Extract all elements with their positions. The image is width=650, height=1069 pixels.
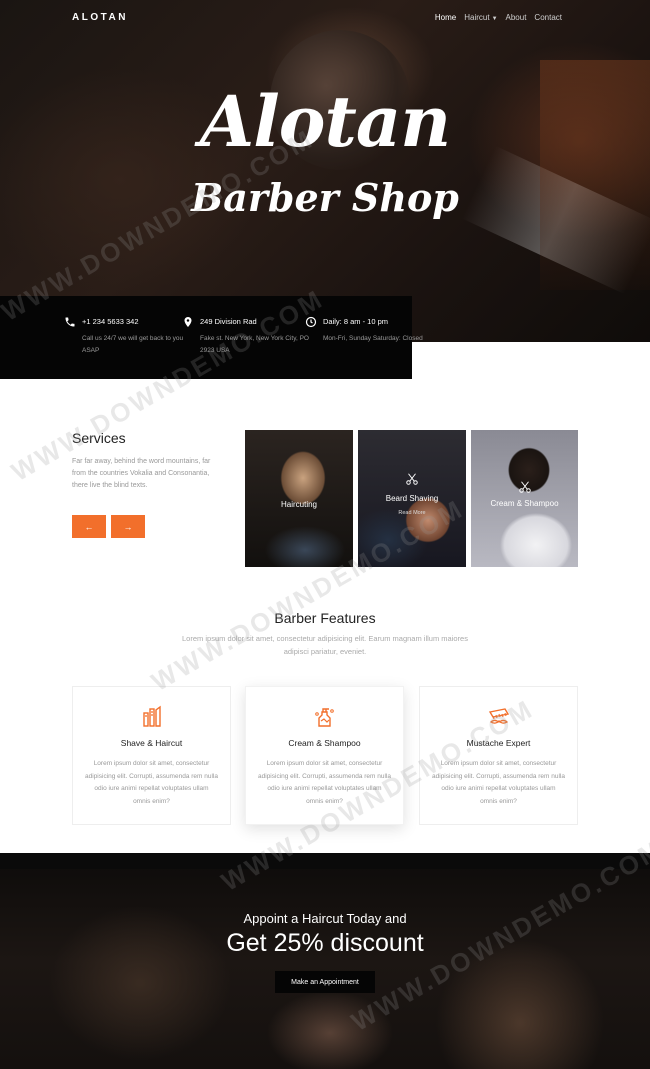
shave-tools-icon <box>142 705 161 727</box>
clock-icon <box>305 316 317 328</box>
make-appointment-button[interactable]: Make an Appointment <box>275 971 375 993</box>
next-button[interactable]: → <box>111 515 145 538</box>
scissors-icon <box>406 473 418 485</box>
nav-item-haircut[interactable]: Haircut ▼ <box>464 13 497 22</box>
banner-line2: Get 25% discount <box>226 929 424 957</box>
banner-line1: Appoint a Haircut Today and <box>243 911 407 926</box>
info-desc: Fake st. New York, New York City, PO 292… <box>200 335 309 354</box>
nav-item-label: Haircut <box>464 13 490 22</box>
discount-banner: Appoint a Haircut Today and Get 25% disc… <box>0 853 650 1069</box>
feature-card: Shave & Haircut Lorem ipsum dolor sit am… <box>72 686 231 825</box>
scissors-icon <box>518 481 531 493</box>
info-desc: Mon-Fri, Sunday Saturday: Closed <box>323 335 423 342</box>
mustache-comb-icon <box>488 708 509 724</box>
services-title: Services <box>72 430 126 446</box>
feature-desc: Lorem ipsum dolor sit amet, consectetur … <box>258 760 391 805</box>
info-title: +1 234 5633 342 <box>82 317 139 326</box>
feature-title: Shave & Haircut <box>120 738 183 748</box>
feature-title: Cream & Shampoo <box>288 738 361 748</box>
nav-item-home[interactable]: Home <box>435 13 456 22</box>
service-card-label: Haircuting <box>280 500 317 509</box>
service-card-haircut[interactable]: Haircuting <box>245 430 353 567</box>
service-card-cream-shampoo[interactable]: Cream & Shampoo <box>471 430 578 567</box>
feature-desc: Lorem ipsum dolor sit amet, consectetur … <box>85 760 218 805</box>
feature-title: Mustache Expert <box>466 738 531 748</box>
location-pin-icon <box>184 317 192 327</box>
read-more-link[interactable]: Read More <box>358 510 466 516</box>
banner-top-band <box>0 853 650 869</box>
service-card-beard-shaving[interactable]: Beard Shaving Read More <box>358 430 466 567</box>
shampoo-bottle-icon <box>314 708 334 727</box>
contact-info-bar: +1 234 5633 342 Call us 24/7 we will get… <box>0 296 423 379</box>
feature-desc: Lorem ipsum dolor sit amet, consectetur … <box>432 760 565 805</box>
phone-icon <box>65 317 75 327</box>
info-title: Daily: 8 am - 10 pm <box>323 317 389 326</box>
service-card-label: Cream & Shampoo <box>490 499 559 508</box>
nav-item-about[interactable]: About <box>506 13 527 22</box>
feature-card: Mustache Expert Lorem ipsum dolor sit am… <box>419 686 578 825</box>
brand-logo[interactable]: ALOTAN <box>72 12 128 23</box>
chevron-down-icon: ▼ <box>491 16 498 22</box>
services-text: Far far away, behind the word mountains,… <box>72 458 211 489</box>
service-card-label: Beard Shaving <box>385 494 439 503</box>
feature-card: Cream & Shampoo Lorem ipsum dolor sit am… <box>245 686 404 825</box>
hero-section: ALOTAN Home Haircut ▼ About Contact Alota… <box>0 0 650 342</box>
info-desc: Call us 24/7 we will get back to you ASA… <box>82 335 184 354</box>
hero-title: Alotan <box>199 80 451 163</box>
features-title: Barber Features <box>274 610 376 626</box>
nav-item-contact[interactable]: Contact <box>534 13 562 22</box>
hero-subtitle: Barber Shop <box>191 175 459 220</box>
prev-button[interactable]: ← <box>72 515 106 538</box>
info-title: 249 Division Rad <box>200 317 257 326</box>
features-subtitle: Lorem ipsum dolor sit amet, consectetur … <box>182 634 468 656</box>
main-nav: Home Haircut ▼ About Contact <box>435 13 562 22</box>
